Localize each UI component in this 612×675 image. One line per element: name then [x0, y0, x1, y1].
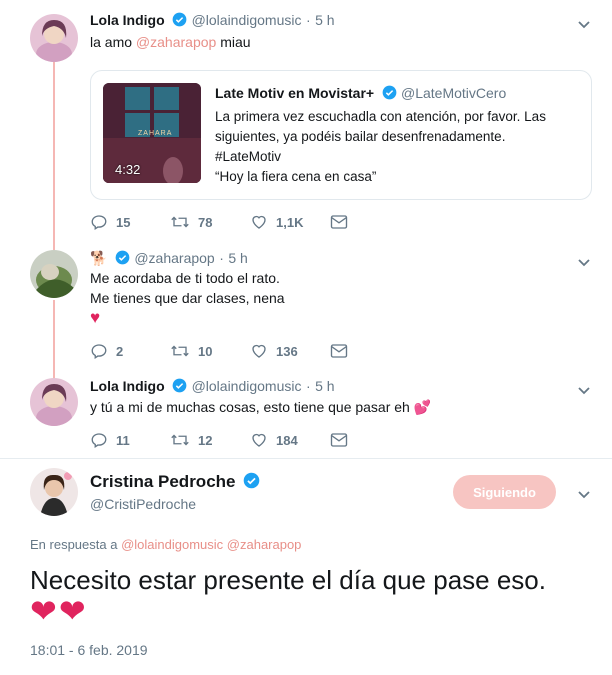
mention-link[interactable]: @zaharapop [136, 34, 216, 50]
reply-button[interactable]: 11 [90, 430, 130, 450]
quoted-author-handle[interactable]: @LateMotivCero [401, 85, 506, 101]
video-duration: 4:32 [115, 162, 141, 177]
verified-icon [382, 85, 396, 100]
quoted-text: La primera vez escuchadla con atención, … [215, 109, 546, 184]
like-button[interactable]: 184 [250, 430, 298, 450]
tweet-header: Lola Indigo @lolaindigomusic · 5 h [90, 378, 335, 396]
reply-button[interactable]: 15 [90, 212, 130, 232]
like-icon [252, 433, 266, 447]
chevron-down-icon[interactable] [576, 254, 592, 270]
verified-icon [243, 472, 260, 489]
reply-icon [91, 433, 107, 448]
hashtag[interactable]: #LateMotiv [215, 147, 546, 167]
retweet-icon [171, 345, 189, 357]
retweet-count: 78 [198, 214, 213, 230]
main-author: Cristina Pedroche [90, 472, 260, 492]
separator: · [305, 12, 311, 28]
like-button[interactable]: 136 [250, 341, 298, 361]
retweet-button[interactable]: 10 [170, 341, 212, 361]
separator: · [305, 378, 311, 394]
author-name-emoji[interactable]: 🐕 [90, 250, 107, 266]
chevron-down-icon[interactable] [576, 382, 592, 398]
dm-icon [330, 433, 348, 447]
video-thumbnail[interactable]: ZAHARA 4:32 [103, 83, 201, 183]
like-button[interactable]: 1,1K [250, 212, 303, 232]
retweet-button[interactable]: 78 [170, 212, 212, 232]
heart-emoji: ♥ [90, 308, 101, 327]
avatar[interactable] [30, 250, 78, 298]
verified-icon [115, 250, 130, 265]
like-icon [252, 344, 266, 358]
like-count: 184 [276, 432, 298, 448]
avatar[interactable] [30, 378, 78, 426]
dm-icon [330, 215, 348, 229]
author-handle[interactable]: @lolaindigomusic [192, 12, 302, 28]
hearts-emoji: ❤❤ [30, 593, 88, 629]
dm-icon [330, 344, 348, 358]
dm-button[interactable] [330, 212, 348, 232]
like-count: 1,1K [276, 214, 304, 230]
following-button[interactable]: Siguiendo [453, 475, 556, 509]
hearts-emoji: 💕 [413, 399, 432, 415]
retweet-count: 10 [198, 343, 213, 359]
thread-line [53, 300, 55, 380]
tweet-time[interactable]: 5 h [228, 250, 247, 266]
reply-count: 11 [116, 432, 130, 448]
thread-line [53, 62, 55, 250]
verified-icon [172, 12, 187, 27]
avatar[interactable] [30, 468, 78, 516]
author-name[interactable]: Lola Indigo [90, 12, 165, 28]
reply-count: 15 [116, 214, 131, 230]
reply-button[interactable]: 2 [90, 341, 123, 361]
tweet-time[interactable]: 5 h [315, 12, 334, 28]
retweet-button[interactable]: 12 [170, 430, 212, 450]
divider [0, 458, 612, 459]
thumbnail-caption: ZAHARA [138, 130, 173, 137]
tweet-header: Lola Indigo @lolaindigomusic · 5 h [90, 12, 335, 30]
retweet-icon [171, 216, 189, 228]
tweet-header: 🐕 @zaharapop · 5 h [90, 250, 248, 268]
author-handle[interactable]: @CristiPedroche [90, 496, 196, 512]
tweet-time[interactable]: 5 h [315, 378, 334, 394]
tweet-text: y tú a mi de muchas cosas, esto tiene qu… [90, 399, 432, 415]
dm-button[interactable] [330, 430, 348, 450]
retweet-count: 12 [198, 432, 213, 448]
like-icon [252, 215, 266, 229]
author-handle[interactable]: @zaharapop [134, 250, 214, 266]
retweet-icon [171, 434, 189, 446]
mention-link[interactable]: @lolaindigomusic [121, 537, 223, 552]
mention-link[interactable]: @zaharapop [227, 537, 302, 552]
author-name[interactable]: Lola Indigo [90, 378, 165, 394]
tweet-text: Me acordaba de ti todo el rato. Me tiene… [90, 270, 285, 327]
quoted-author-name[interactable]: Late Motiv en Movistar+ [215, 85, 374, 101]
quoted-header: Late Motiv en Movistar+ @LateMotivCero [215, 85, 506, 103]
main-tweet-text: Necesito estar presente el día que pase … [30, 565, 546, 595]
like-count: 136 [276, 343, 298, 359]
reply-context: En respuesta a @lolaindigomusic @zaharap… [30, 537, 302, 552]
verified-icon [172, 378, 187, 393]
tweet-text: la amo @zaharapop miau [90, 34, 251, 50]
chevron-down-icon[interactable] [576, 486, 592, 502]
separator: · [219, 250, 224, 266]
tweet-timestamp[interactable]: 18:01 - 6 feb. 2019 [30, 642, 148, 658]
author-name[interactable]: Cristina Pedroche [90, 472, 236, 491]
reply-count: 2 [116, 343, 124, 359]
quoted-tweet-card[interactable]: ZAHARA 4:32 Late Motiv en Movistar+ @Lat… [90, 70, 592, 200]
reply-icon [91, 344, 107, 359]
dm-button[interactable] [330, 341, 348, 361]
avatar[interactable] [30, 14, 78, 62]
reply-icon [91, 215, 107, 230]
author-handle[interactable]: @lolaindigomusic [192, 378, 302, 394]
chevron-down-icon[interactable] [576, 16, 592, 32]
